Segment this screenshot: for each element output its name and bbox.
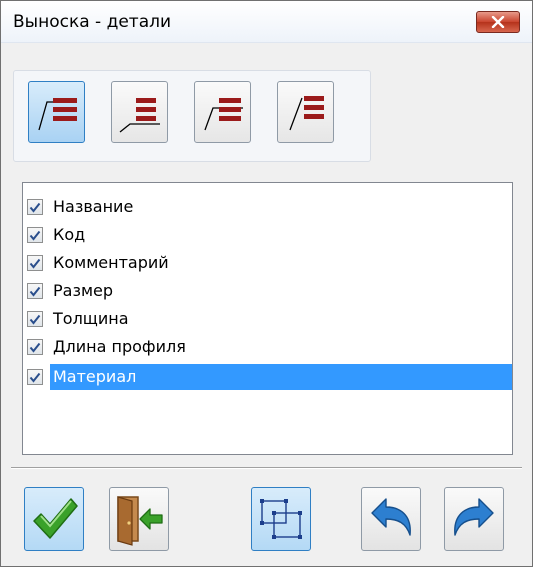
title-bar[interactable]: Выноска - детали — [1, 1, 532, 43]
undo-arrow-icon — [371, 498, 411, 536]
select-region-button[interactable] — [251, 487, 311, 551]
checkmark-icon — [29, 230, 41, 241]
list-item-selected[interactable]: Материал — [27, 363, 512, 391]
checkmark-icon — [29, 372, 41, 383]
list-item-label: Размер — [53, 281, 114, 300]
checkbox[interactable] — [27, 199, 43, 215]
checkmark-icon — [29, 314, 41, 325]
window-title: Выноска - детали — [13, 12, 172, 32]
checkmark-icon — [29, 286, 41, 297]
redo-arrow-icon — [454, 498, 494, 536]
leader-style-3-button[interactable] — [194, 81, 251, 143]
list-item[interactable]: Код — [27, 221, 512, 249]
leader-alignment-panel — [13, 70, 371, 162]
undo-button[interactable] — [361, 487, 421, 551]
leader-style-2-button[interactable] — [111, 81, 168, 143]
list-item[interactable]: Название — [27, 193, 512, 221]
leader-slash-middle-icon — [204, 98, 243, 131]
redo-button[interactable] — [444, 487, 504, 551]
list-item[interactable]: Размер — [27, 277, 512, 305]
list-item[interactable]: Комментарий — [27, 249, 512, 277]
list-item-label: Код — [53, 225, 86, 244]
checkbox[interactable] — [27, 227, 43, 243]
list-item[interactable]: Длина профиля — [27, 333, 512, 361]
checkbox[interactable] — [27, 369, 43, 385]
selection-frame-icon — [260, 499, 302, 539]
fields-checklist[interactable]: Название Код Комментарий Размер Толщина — [22, 182, 513, 455]
exit-button[interactable] — [109, 487, 169, 551]
exit-door-icon — [117, 496, 163, 546]
checkbox[interactable] — [27, 311, 43, 327]
leader-style-1-button[interactable] — [28, 81, 85, 143]
ok-button[interactable] — [24, 487, 84, 551]
list-item-label: Материал — [50, 364, 512, 390]
leader-slash-top-icon — [38, 98, 77, 131]
checkmark-icon — [33, 498, 78, 539]
list-item[interactable]: Толщина — [27, 305, 512, 333]
close-x-icon — [491, 16, 505, 28]
leader-slash-plain-icon — [289, 96, 324, 131]
separator — [11, 467, 522, 469]
checkmark-icon — [29, 258, 41, 269]
leader-style-4-button[interactable] — [277, 81, 334, 143]
list-item-label: Толщина — [53, 309, 129, 328]
checkmark-icon — [29, 342, 41, 353]
dialog-window: Выноска - детали Название Код Комментари… — [0, 0, 533, 567]
checkbox[interactable] — [27, 339, 43, 355]
checkbox[interactable] — [27, 255, 43, 271]
close-button[interactable] — [476, 11, 520, 33]
list-item-label: Комментарий — [53, 253, 169, 272]
leader-underline-bottom-icon — [119, 98, 160, 133]
checkmark-icon — [29, 202, 41, 213]
list-item-label: Длина профиля — [53, 337, 186, 356]
checkbox[interactable] — [27, 283, 43, 299]
list-item-label: Название — [53, 197, 134, 216]
